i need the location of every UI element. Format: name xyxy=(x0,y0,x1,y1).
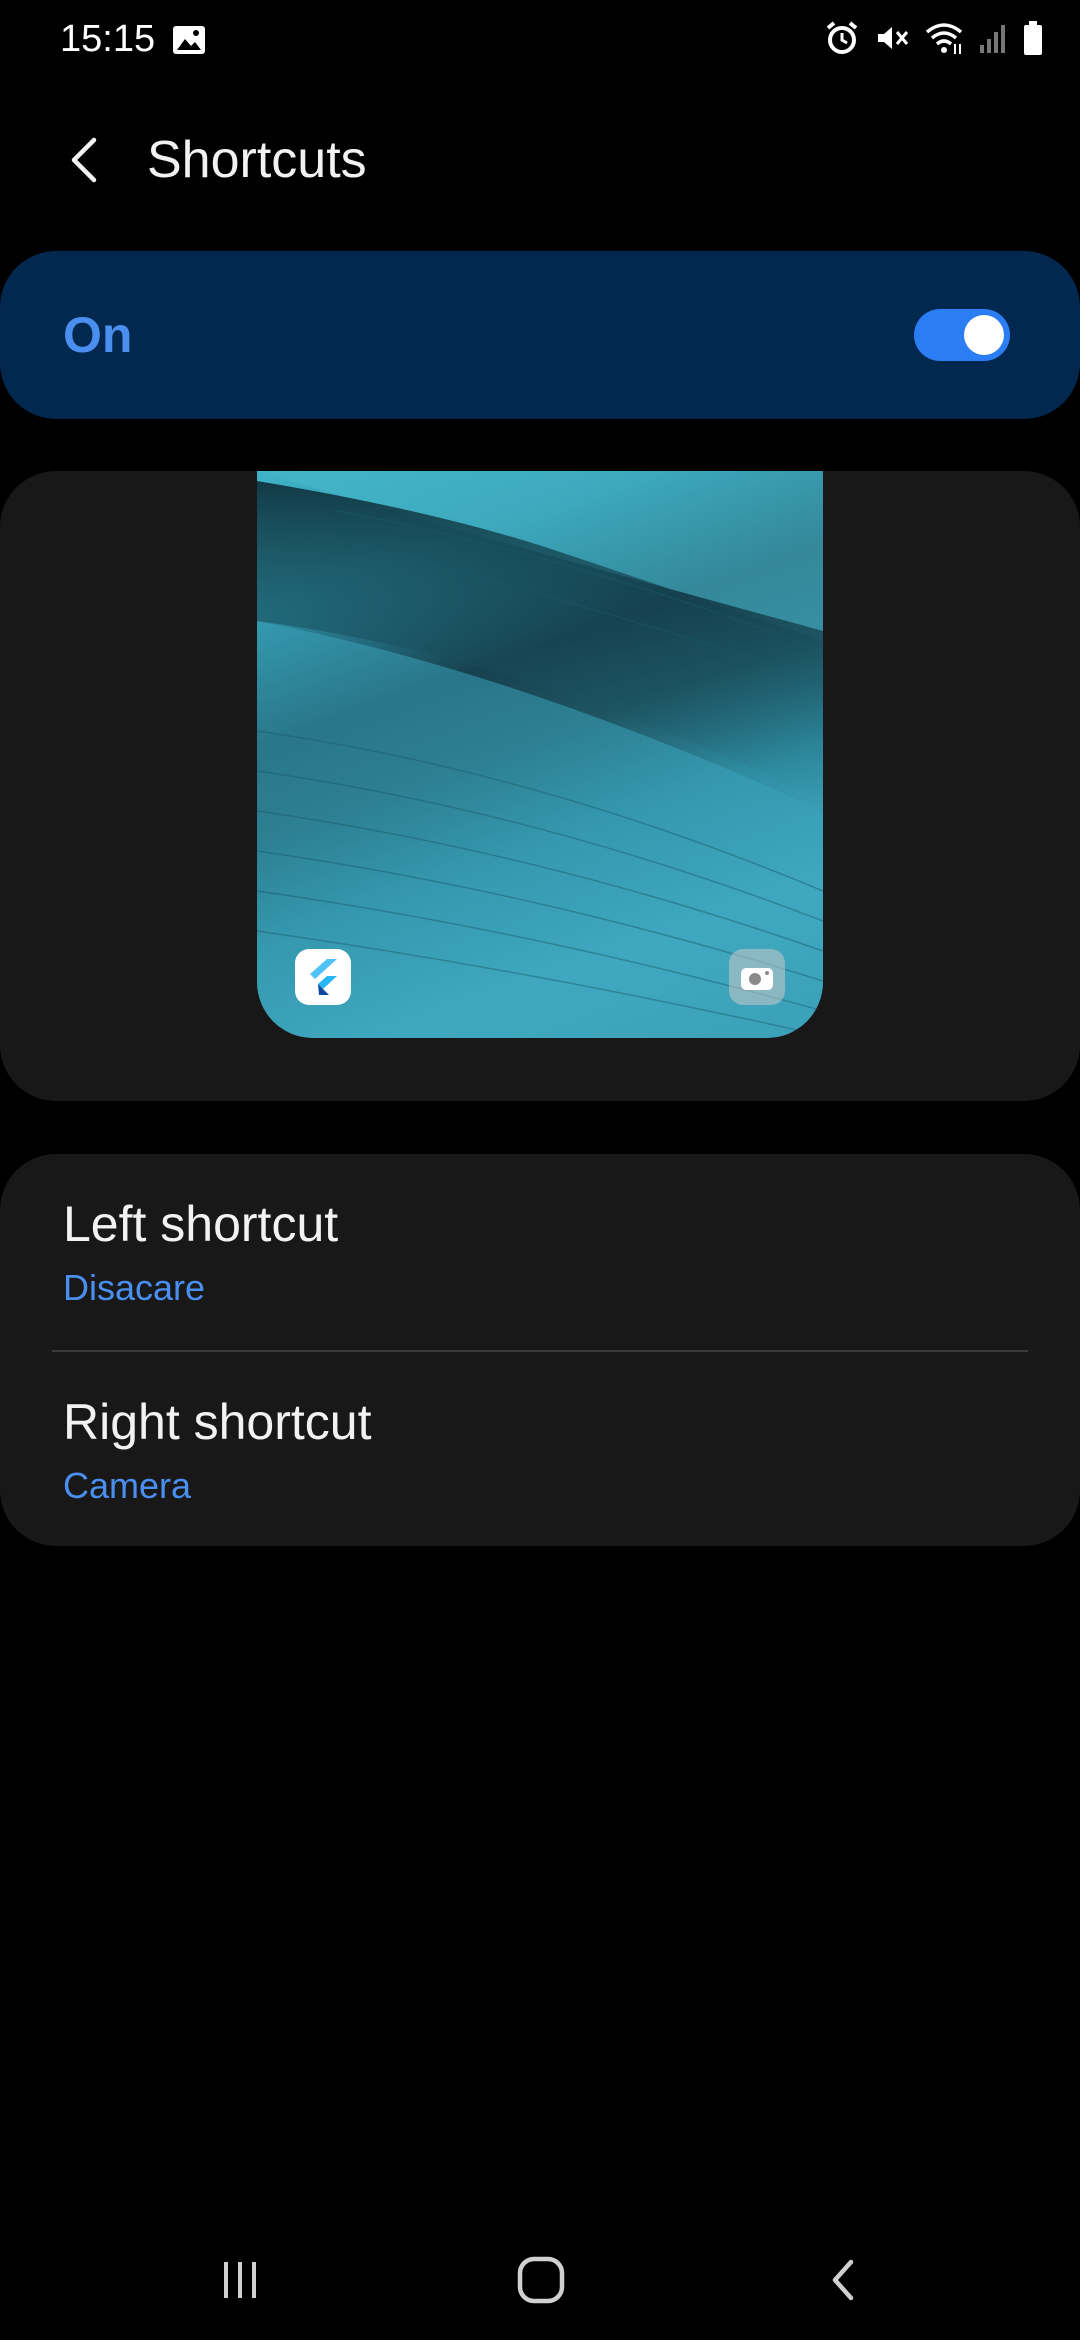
right-shortcut-title: Right shortcut xyxy=(63,1394,372,1450)
home-button[interactable] xyxy=(501,2250,581,2310)
left-shortcut-preview xyxy=(295,949,351,1005)
battery-icon xyxy=(1022,20,1044,56)
home-icon xyxy=(517,2256,565,2304)
back-chevron-icon xyxy=(71,137,97,183)
page-title: Shortcuts xyxy=(147,131,367,189)
left-shortcut-value: Disacare xyxy=(63,1267,206,1308)
mute-vibrate-icon xyxy=(874,20,910,56)
status-time: 15:15 xyxy=(60,18,156,60)
right-shortcut-row[interactable]: Right shortcut Camera xyxy=(0,1350,1080,1546)
status-icons xyxy=(824,20,1044,56)
nav-back-button[interactable] xyxy=(805,2250,885,2310)
status-bar: 15:15 xyxy=(0,0,1080,84)
alarm-icon xyxy=(824,20,860,56)
camera-icon xyxy=(741,968,773,990)
navigation-bar xyxy=(0,2220,1080,2340)
toggle-label: On xyxy=(63,307,133,363)
lock-screen-preview xyxy=(257,471,823,1038)
flutter-app-icon xyxy=(310,959,337,995)
recents-button[interactable] xyxy=(200,2250,280,2310)
wifi-icon xyxy=(924,20,964,56)
shortcut-options: Left shortcut Disacare Right shortcut Ca… xyxy=(0,1154,1080,1546)
right-shortcut-preview xyxy=(729,949,785,1005)
master-toggle-row[interactable]: On xyxy=(0,251,1080,419)
gallery-icon xyxy=(172,24,206,61)
app-header: Shortcuts xyxy=(0,110,1080,210)
back-icon xyxy=(832,2259,854,2301)
right-shortcut-value: Camera xyxy=(63,1465,192,1506)
recents-icon xyxy=(224,2262,256,2298)
signal-icon xyxy=(978,21,1008,55)
left-shortcut-title: Left shortcut xyxy=(63,1196,339,1252)
preview-card xyxy=(0,471,1080,1101)
master-switch[interactable] xyxy=(914,309,1010,361)
back-button[interactable] xyxy=(56,128,120,192)
switch-knob xyxy=(964,315,1004,355)
left-shortcut-row[interactable]: Left shortcut Disacare xyxy=(0,1154,1080,1350)
